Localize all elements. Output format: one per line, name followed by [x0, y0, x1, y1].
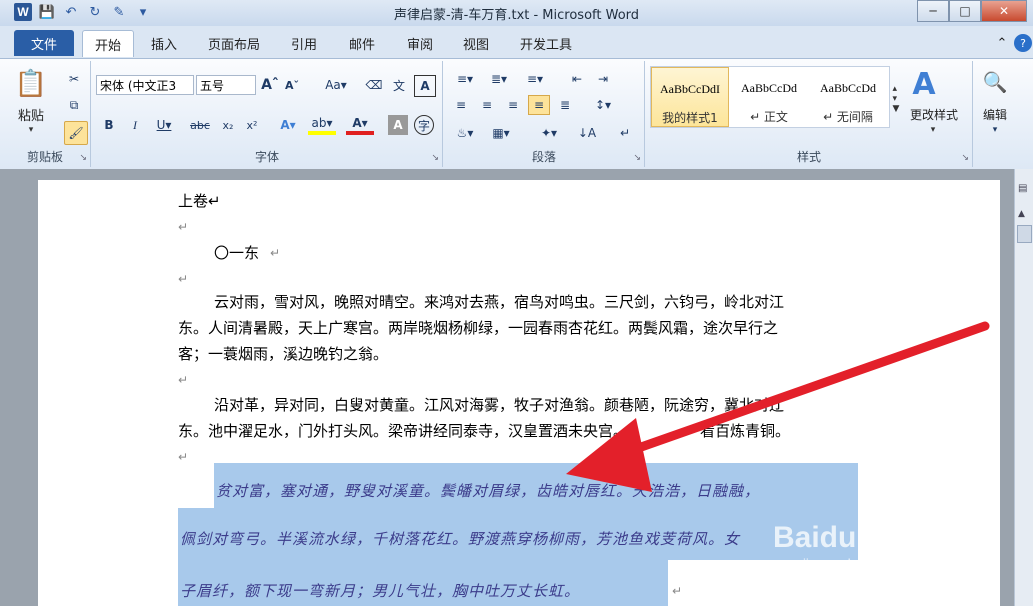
watermark-url: jingyan.baidu.com	[803, 556, 908, 571]
baidu-watermark: Baidu 经验 jingyan.baidu.com	[773, 490, 973, 600]
watermark-brand: Baidu 经验	[773, 521, 925, 554]
